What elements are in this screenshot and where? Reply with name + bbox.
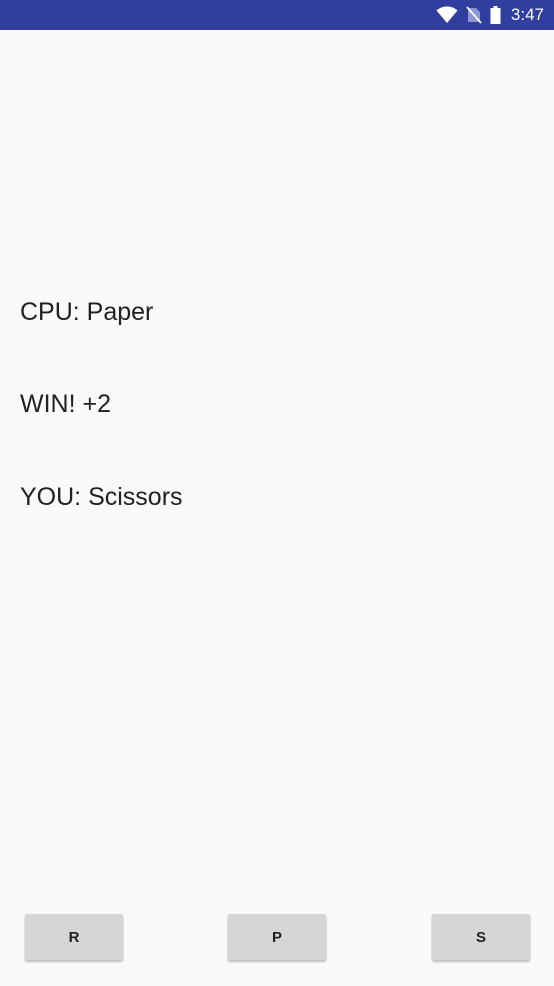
paper-button[interactable]: P	[228, 914, 326, 960]
player-choice-text: YOU: Scissors	[20, 483, 183, 511]
rock-button[interactable]: R	[25, 914, 123, 960]
no-sim-icon	[466, 6, 482, 24]
status-time: 3:47	[510, 5, 544, 24]
wifi-icon	[436, 6, 458, 24]
battery-icon	[490, 6, 501, 24]
status-icons: 3:47	[436, 0, 544, 30]
status-bar: 3:47	[0, 0, 554, 30]
scissors-button[interactable]: S	[432, 914, 530, 960]
result-text: WIN! +2	[20, 390, 111, 418]
cpu-choice-text: CPU: Paper	[20, 298, 154, 326]
